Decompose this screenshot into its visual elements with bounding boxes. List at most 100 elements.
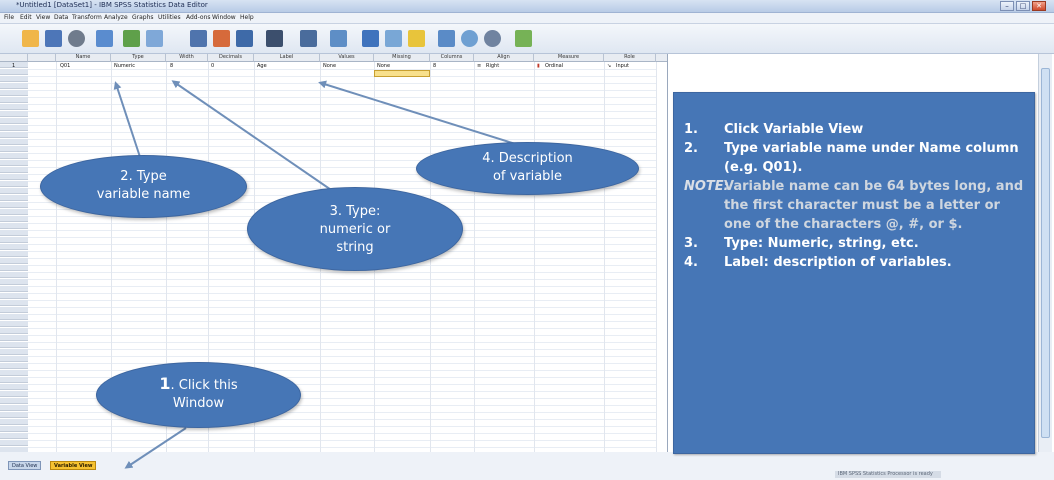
row-header[interactable] bbox=[0, 174, 28, 180]
insert-cases-icon[interactable] bbox=[300, 30, 317, 47]
row-header[interactable] bbox=[0, 181, 28, 187]
row-header[interactable] bbox=[0, 321, 28, 327]
row-header[interactable] bbox=[0, 265, 28, 271]
row-header[interactable] bbox=[0, 153, 28, 159]
row-header[interactable] bbox=[0, 279, 28, 285]
row-header[interactable] bbox=[0, 405, 28, 411]
column-header-name[interactable]: Name bbox=[56, 54, 111, 62]
row-header[interactable] bbox=[0, 370, 28, 376]
row-header[interactable] bbox=[0, 209, 28, 215]
cell-role[interactable]: Input bbox=[616, 63, 629, 69]
row-header[interactable] bbox=[0, 90, 28, 96]
row-header[interactable] bbox=[0, 202, 28, 208]
row-header[interactable] bbox=[0, 440, 28, 446]
row-header[interactable] bbox=[0, 335, 28, 341]
row-header[interactable] bbox=[0, 167, 28, 173]
column-header-role[interactable]: Role bbox=[604, 54, 656, 62]
redo-icon[interactable] bbox=[146, 30, 163, 47]
row-header[interactable] bbox=[0, 69, 28, 75]
menu-view[interactable]: View bbox=[36, 14, 50, 21]
undo-icon[interactable] bbox=[123, 30, 140, 47]
row-header[interactable] bbox=[0, 307, 28, 313]
minimize-button[interactable]: – bbox=[1000, 1, 1014, 11]
cell-align[interactable]: Right bbox=[486, 63, 499, 69]
row-header[interactable] bbox=[0, 426, 28, 432]
row-header[interactable] bbox=[0, 349, 28, 355]
menu-graphs[interactable]: Graphs bbox=[132, 14, 154, 21]
goto-variable-icon[interactable] bbox=[213, 30, 230, 47]
menu-utilities[interactable]: Utilities bbox=[158, 14, 181, 21]
row-header[interactable] bbox=[0, 377, 28, 383]
value-labels-icon[interactable] bbox=[438, 30, 455, 47]
cell-measure[interactable]: Ordinal bbox=[545, 63, 563, 69]
row-header[interactable] bbox=[0, 244, 28, 250]
insert-variable-icon[interactable] bbox=[330, 30, 347, 47]
row-header[interactable] bbox=[0, 132, 28, 138]
row-header[interactable] bbox=[0, 237, 28, 243]
row-header[interactable] bbox=[0, 328, 28, 334]
print-icon[interactable] bbox=[68, 30, 85, 47]
row-header[interactable] bbox=[0, 363, 28, 369]
row-header[interactable] bbox=[0, 391, 28, 397]
select-cases-icon[interactable] bbox=[408, 30, 425, 47]
vertical-scrollbar[interactable] bbox=[1038, 54, 1052, 452]
row-header[interactable] bbox=[0, 433, 28, 439]
row-header[interactable] bbox=[0, 384, 28, 390]
row-header[interactable] bbox=[0, 258, 28, 264]
spell-check-icon[interactable] bbox=[515, 30, 532, 47]
row-header[interactable] bbox=[0, 419, 28, 425]
tab-data-view[interactable]: Data View bbox=[8, 461, 42, 470]
menu-data[interactable]: Data bbox=[54, 14, 68, 21]
menu-edit[interactable]: Edit bbox=[20, 14, 32, 21]
row-header[interactable] bbox=[0, 76, 28, 82]
column-header-align[interactable]: Align bbox=[474, 54, 534, 62]
cell-label[interactable]: Age bbox=[257, 63, 267, 69]
show-all-variables-icon[interactable] bbox=[484, 30, 501, 47]
goto-case-icon[interactable] bbox=[190, 30, 207, 47]
maximize-button[interactable]: □ bbox=[1016, 1, 1030, 11]
row-header[interactable] bbox=[0, 195, 28, 201]
menu-help[interactable]: Help bbox=[240, 14, 254, 21]
column-header-missing[interactable]: Missing bbox=[374, 54, 430, 62]
cell-name[interactable]: Q01 bbox=[60, 63, 70, 69]
row-header[interactable] bbox=[0, 251, 28, 257]
open-icon[interactable] bbox=[22, 30, 39, 47]
menu-window[interactable]: Window bbox=[212, 14, 236, 21]
selected-cell[interactable] bbox=[374, 70, 430, 77]
menu-add-ons[interactable]: Add-ons bbox=[186, 14, 211, 21]
find-icon[interactable] bbox=[266, 30, 283, 47]
row-header[interactable] bbox=[0, 83, 28, 89]
menu-analyze[interactable]: Analyze bbox=[104, 14, 128, 21]
row-header[interactable] bbox=[0, 216, 28, 222]
row-header[interactable] bbox=[0, 188, 28, 194]
variables-icon[interactable] bbox=[236, 30, 253, 47]
cell-missing[interactable]: None bbox=[377, 63, 390, 69]
column-header-label[interactable]: Label bbox=[254, 54, 320, 62]
row-header[interactable] bbox=[0, 125, 28, 131]
cell-values[interactable]: None bbox=[323, 63, 336, 69]
cell-width[interactable]: 8 bbox=[170, 63, 173, 69]
cell-type[interactable]: Numeric bbox=[114, 63, 135, 69]
cell-decimals[interactable]: 0 bbox=[211, 63, 214, 69]
column-header-width[interactable]: Width bbox=[166, 54, 208, 62]
row-header[interactable] bbox=[0, 223, 28, 229]
row-header[interactable] bbox=[0, 412, 28, 418]
save-icon[interactable] bbox=[45, 30, 62, 47]
column-header-decimals[interactable]: Decimals bbox=[208, 54, 254, 62]
row-header[interactable] bbox=[0, 146, 28, 152]
row-header[interactable] bbox=[0, 300, 28, 306]
row-header[interactable] bbox=[0, 286, 28, 292]
dialog-recall-icon[interactable] bbox=[96, 30, 113, 47]
row-header[interactable] bbox=[0, 139, 28, 145]
row-header[interactable] bbox=[0, 104, 28, 110]
column-header-type[interactable]: Type bbox=[111, 54, 166, 62]
row-header[interactable] bbox=[0, 314, 28, 320]
row-header[interactable] bbox=[0, 160, 28, 166]
row-header[interactable] bbox=[0, 230, 28, 236]
column-header-columns[interactable]: Columns bbox=[430, 54, 474, 62]
row-header[interactable] bbox=[0, 111, 28, 117]
row-header[interactable] bbox=[0, 293, 28, 299]
scrollbar-thumb[interactable] bbox=[1041, 68, 1050, 438]
row-header[interactable] bbox=[0, 398, 28, 404]
row-header[interactable] bbox=[0, 356, 28, 362]
